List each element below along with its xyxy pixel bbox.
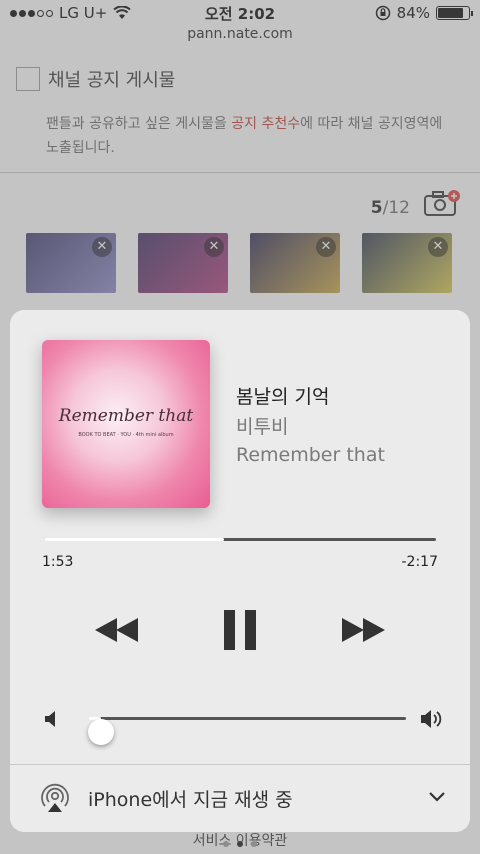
album-artwork: Remember that BOOK TO BEAT · YOU · 4th m…: [42, 340, 210, 508]
output-device-label: iPhone에서 지금 재생 중: [88, 789, 293, 811]
status-time: 오전 2:02: [204, 4, 276, 23]
camera-add-icon[interactable]: [424, 190, 460, 216]
photo-thumbnail[interactable]: ✕: [362, 233, 452, 293]
photo-thumbnail[interactable]: ✕: [138, 233, 228, 293]
now-playing-panel: Remember that BOOK TO BEAT · YOU · 4th m…: [10, 310, 470, 832]
remove-photo-button[interactable]: ✕: [92, 237, 112, 257]
fast-forward-button[interactable]: [338, 608, 388, 652]
status-bar: LG U+ 오전 2:02 84%: [0, 0, 480, 26]
output-device-selector[interactable]: iPhone에서 지금 재생 중: [10, 765, 470, 831]
terms-of-service-link[interactable]: 서비스 이용약관: [0, 830, 480, 850]
song-artist: 비투비: [236, 416, 289, 438]
chevron-down-icon[interactable]: [428, 791, 446, 803]
playback-scrubber[interactable]: [44, 538, 436, 541]
rewind-icon: [95, 618, 138, 642]
pause-button[interactable]: [215, 608, 265, 652]
notice-title: 채널 공지 게시물: [48, 70, 176, 91]
playback-controls: [10, 608, 470, 652]
battery-icon: [436, 6, 473, 20]
artwork-title: Remember that: [58, 406, 194, 426]
remaining-time: -2:17: [401, 554, 439, 570]
notice-description: 팬들과 공유하고 싶은 게시물을 공지 추천수에 따라 채널 공지영역에 노출됩…: [46, 116, 443, 156]
pause-icon: [224, 610, 256, 650]
carrier-label: LG U+: [59, 4, 108, 22]
photo-thumbnails: ✕ ✕ ✕ ✕: [26, 233, 452, 293]
volume-high-icon: [421, 710, 442, 728]
photo-thumbnail[interactable]: ✕: [26, 233, 116, 293]
rotation-lock-icon: [375, 5, 390, 21]
volume-slider[interactable]: [87, 717, 406, 745]
song-album: Remember that: [236, 444, 385, 466]
wifi-icon: [113, 6, 131, 19]
remove-photo-button[interactable]: ✕: [316, 237, 336, 257]
volume-control: [44, 704, 444, 745]
notice-highlight: 공지 추천수: [231, 116, 301, 132]
airplay-icon: [41, 783, 69, 812]
rewind-button[interactable]: [92, 608, 142, 652]
url-bar[interactable]: pann.nate.com: [0, 26, 480, 52]
volume-knob[interactable]: [87, 719, 114, 745]
notice-checkbox[interactable]: [16, 67, 40, 91]
divider: [0, 172, 480, 173]
signal-strength-icon: [10, 9, 53, 17]
battery-percent: 84%: [396, 4, 430, 22]
remove-photo-button[interactable]: ✕: [428, 237, 448, 257]
page-indicator: [0, 841, 480, 847]
volume-low-icon: [45, 711, 55, 727]
remove-photo-button[interactable]: ✕: [204, 237, 224, 257]
photo-counter: 5/12: [370, 198, 410, 218]
notice-checkbox-row[interactable]: 채널 공지 게시물: [16, 66, 175, 92]
photo-thumbnail[interactable]: ✕: [250, 233, 340, 293]
fast-forward-icon: [342, 618, 385, 642]
elapsed-time: 1:53: [42, 554, 74, 570]
artwork-subtitle: BOOK TO BEAT · YOU · 4th mini album: [78, 432, 174, 438]
song-title: 봄날의 기억: [236, 386, 330, 408]
